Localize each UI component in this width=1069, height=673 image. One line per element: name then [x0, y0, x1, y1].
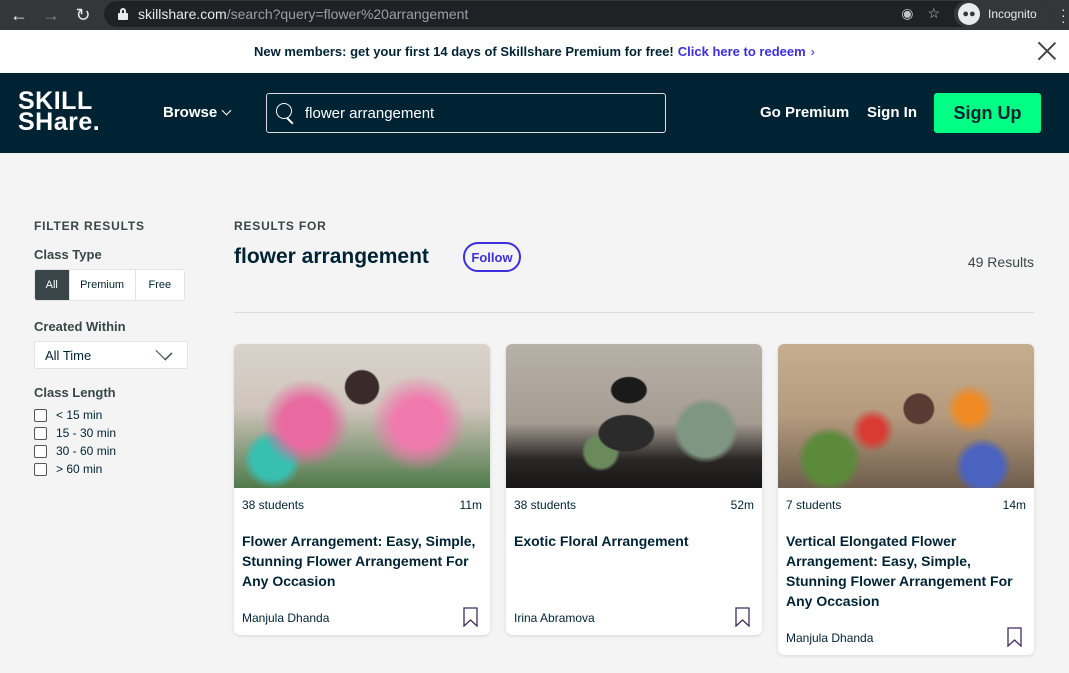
class-length-option[interactable]: 30 - 60 min [34, 442, 194, 460]
class-card[interactable]: 7 students 14m Vertical Elongated Flower… [778, 344, 1034, 655]
bookmark-icon[interactable] [1007, 627, 1022, 647]
teacher-name[interactable]: Irina Abramova [514, 611, 595, 625]
teacher-name[interactable]: Manjula Dhanda [242, 611, 329, 625]
logo-line-2: SHare. [18, 108, 101, 136]
class-type-premium[interactable]: Premium [70, 270, 136, 300]
results-count: 49 Results [967, 254, 1034, 270]
option-label: 15 - 30 min [56, 426, 117, 440]
skillshare-logo[interactable]: SKILL SHare. [18, 89, 101, 136]
created-within-select[interactable]: All Time [34, 341, 188, 369]
created-within-value: All Time [45, 347, 92, 363]
class-length-label: Class Length [34, 385, 116, 400]
sign-up-button[interactable]: Sign Up [934, 93, 1041, 133]
sign-in-link[interactable]: Sign In [867, 104, 917, 121]
student-count: 38 students [242, 498, 305, 512]
option-label: < 15 min [56, 408, 103, 422]
eye-slash-icon[interactable]: ◉ [901, 5, 913, 22]
class-type-toggle: All Premium Free [34, 269, 185, 301]
student-count: 38 students [514, 498, 577, 512]
bookmark-icon[interactable] [735, 607, 750, 627]
site-header: SKILL SHare. Browse Go Premium Sign In S… [0, 73, 1069, 153]
class-length-option[interactable]: 15 - 30 min [34, 424, 194, 442]
browse-label: Browse [163, 104, 218, 121]
incognito-label: Incognito [988, 7, 1037, 21]
url-text: skillshare.com/search?query=flower%20arr… [138, 6, 469, 22]
class-title[interactable]: Flower Arrangement: Easy, Simple, Stunni… [234, 512, 490, 591]
address-bar[interactable]: skillshare.com/search?query=flower%20arr… [104, 1, 1050, 27]
lock-icon [118, 8, 128, 20]
chevron-down-icon [221, 105, 232, 116]
checkbox[interactable] [34, 462, 47, 476]
browser-toolbar: ← → ↻ skillshare.com/search?query=flower… [0, 0, 1069, 30]
chevron-down-icon [155, 343, 173, 361]
student-count: 7 students [786, 498, 842, 512]
filter-title: FILTER RESULTS [34, 219, 145, 233]
class-card[interactable]: 38 students 11m Flower Arrangement: Easy… [234, 344, 490, 635]
kebab-menu-icon[interactable]: · · · [1061, 2, 1066, 28]
promo-banner: New members: get your first 14 days of S… [0, 30, 1069, 73]
results-query: flower arrangement [234, 245, 429, 268]
redeem-link[interactable]: Click here to redeem [678, 44, 806, 59]
class-thumbnail[interactable] [778, 344, 1034, 488]
checkbox[interactable] [34, 444, 47, 458]
reload-icon[interactable]: ↻ [68, 0, 98, 30]
class-title[interactable]: Vertical Elongated Flower Arrangement: E… [778, 512, 1034, 611]
forward-icon[interactable]: → [36, 0, 66, 30]
class-thumbnail[interactable] [506, 344, 762, 488]
teacher-name[interactable]: Manjula Dhanda [786, 631, 873, 645]
created-within-label: Created Within [34, 319, 126, 334]
class-length-options: < 15 min 15 - 30 min 30 - 60 min > 60 mi… [34, 406, 194, 478]
filter-sidebar: FILTER RESULTS Class Type All Premium Fr… [34, 219, 194, 478]
class-card[interactable]: 38 students 52m Exotic Floral Arrangemen… [506, 344, 762, 635]
star-icon[interactable]: ☆ [927, 5, 940, 22]
class-duration: 52m [730, 498, 754, 512]
incognito-icon: ●● [958, 3, 980, 25]
promo-text: New members: get your first 14 days of S… [254, 44, 674, 59]
checkbox[interactable] [34, 426, 47, 440]
class-type-free[interactable]: Free [136, 270, 184, 300]
search-box[interactable] [266, 93, 666, 133]
class-length-option[interactable]: < 15 min [34, 406, 194, 424]
search-input[interactable] [305, 104, 645, 122]
back-icon[interactable]: ← [4, 0, 34, 30]
chevron-right-icon: › [810, 44, 815, 59]
class-duration: 14m [1002, 498, 1026, 512]
incognito-badge[interactable]: ●● Incognito [954, 1, 1050, 27]
browse-menu[interactable]: Browse [163, 104, 232, 121]
divider [234, 312, 1034, 313]
class-length-option[interactable]: > 60 min [34, 460, 194, 478]
checkbox[interactable] [34, 408, 47, 422]
option-label: > 60 min [56, 462, 103, 476]
go-premium-link[interactable]: Go Premium [760, 104, 849, 121]
bookmark-icon[interactable] [463, 607, 478, 627]
follow-button[interactable]: Follow [463, 242, 521, 272]
option-label: 30 - 60 min [56, 444, 117, 458]
class-title[interactable]: Exotic Floral Arrangement [506, 512, 762, 551]
class-type-all[interactable]: All [35, 270, 70, 300]
results-heading: RESULTS FOR [234, 219, 327, 233]
close-icon[interactable] [1037, 41, 1057, 61]
search-icon [275, 102, 297, 124]
class-thumbnail[interactable] [234, 344, 490, 488]
class-duration: 11m [459, 498, 482, 512]
class-type-label: Class Type [34, 247, 102, 262]
